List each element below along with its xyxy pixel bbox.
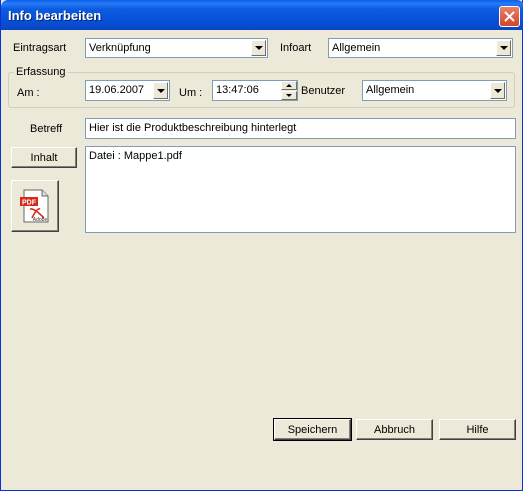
date-label: Am :: [17, 87, 40, 99]
time-label: Um :: [179, 87, 203, 99]
subject-label: Betreff: [30, 123, 63, 135]
time-value: 13:47:06: [216, 84, 259, 96]
chevron-down-icon[interactable]: [496, 40, 511, 56]
chevron-down-icon[interactable]: [153, 82, 168, 99]
user-select[interactable]: Allgemein: [362, 80, 507, 101]
date-picker[interactable]: 19.06.2007: [85, 80, 170, 101]
time-spinner[interactable]: [281, 81, 297, 100]
window-title: Info bearbeiten: [8, 8, 102, 23]
save-button[interactable]: Speichern: [273, 418, 352, 441]
entry-type-select[interactable]: Verknüpfung: [85, 38, 268, 58]
content-button[interactable]: Inhalt: [11, 147, 77, 168]
user-label: Benutzer: [301, 85, 346, 97]
cancel-button-label: Abbruch: [374, 423, 415, 436]
save-button-label: Speichern: [287, 423, 338, 436]
subject-value: Hier ist die Produktbeschreibung hinterl…: [89, 122, 297, 134]
pdf-file-icon: PDF Adobe: [20, 189, 49, 223]
help-button[interactable]: Hilfe: [439, 419, 516, 440]
cancel-button[interactable]: Abbruch: [356, 419, 433, 440]
info-type-value: Allgemein: [332, 42, 381, 54]
subject-input[interactable]: Hier ist die Produktbeschreibung hinterl…: [85, 118, 516, 139]
entry-type-value: Verknüpfung: [89, 42, 151, 54]
spin-down-icon[interactable]: [281, 91, 297, 100]
chevron-down-icon[interactable]: [490, 82, 505, 99]
adobe-brand-text: Adobe: [33, 217, 48, 223]
user-value: Allgemein: [366, 84, 415, 96]
close-button[interactable]: [499, 6, 520, 27]
entry-type-label: Eintragsart: [13, 42, 67, 54]
pdf-file-button[interactable]: PDF Adobe: [11, 180, 59, 232]
chevron-down-icon[interactable]: [251, 40, 266, 56]
info-type-select[interactable]: Allgemein: [328, 38, 513, 58]
date-value: 19.06.2007: [89, 84, 145, 96]
content-textarea[interactable]: Datei : Mappe1.pdf: [85, 146, 516, 233]
content-text: Datei : Mappe1.pdf: [89, 150, 182, 162]
info-type-label: Infoart: [280, 42, 312, 54]
spin-up-icon[interactable]: [281, 81, 297, 90]
dialog-window: Info bearbeiten Eintragsart Verknüpfung …: [0, 0, 523, 491]
pdf-badge-text: PDF: [22, 200, 37, 207]
close-icon: [504, 11, 515, 22]
help-button-label: Hilfe: [466, 423, 489, 436]
content-button-label: Inhalt: [30, 151, 58, 164]
capture-group-legend: Erfassung: [14, 66, 68, 78]
title-bar[interactable]: Info bearbeiten: [1, 0, 523, 30]
